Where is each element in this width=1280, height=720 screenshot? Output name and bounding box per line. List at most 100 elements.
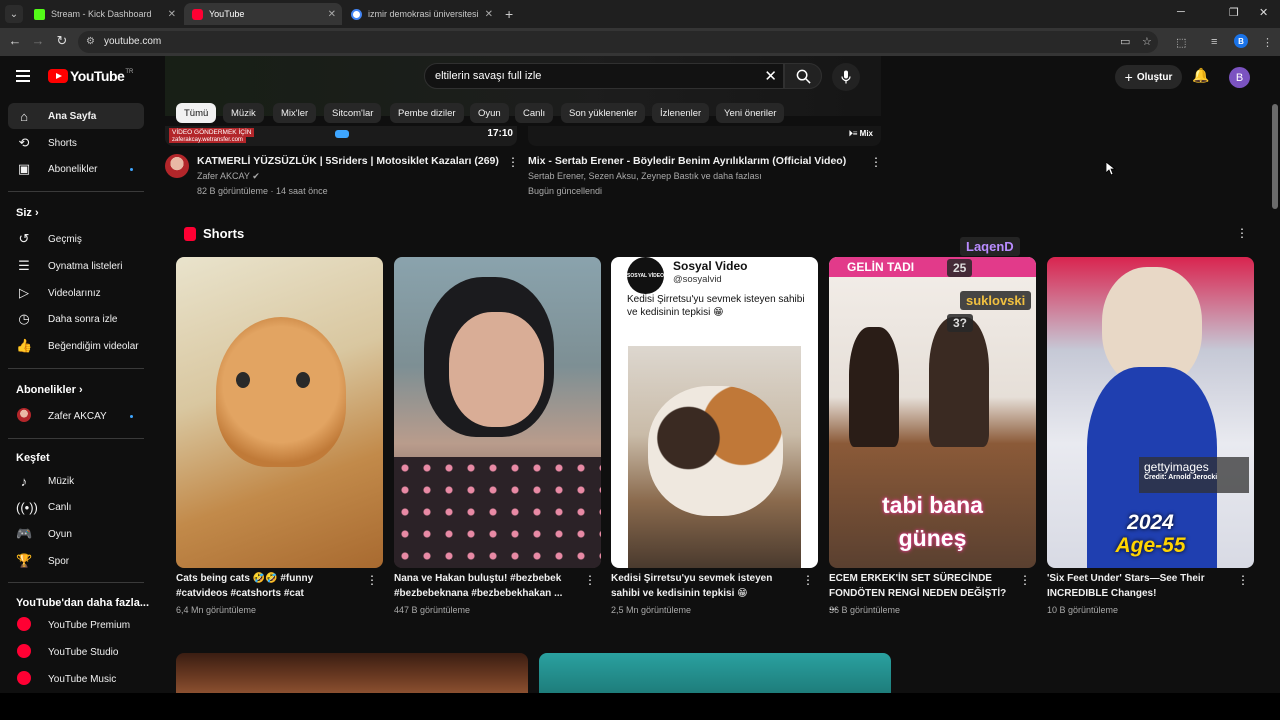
short-menu-icon[interactable]: ⋮ (1237, 574, 1249, 586)
short-menu-icon[interactable]: ⋮ (802, 574, 814, 586)
chip-all[interactable]: Tümü (176, 103, 217, 123)
sidebar-item-your-videos[interactable]: ▷ Videolarınız (8, 280, 144, 306)
sidebar-item-watch-later[interactable]: ◷ Daha sonra izle (8, 306, 144, 332)
youtube-premium-icon (16, 616, 32, 634)
browser-tab-kick[interactable]: Stream - Kick Dashboard ✕ (26, 3, 182, 25)
chip-soap-operas[interactable]: Pembe diziler (390, 103, 464, 123)
face-shape (449, 312, 544, 427)
clear-search-icon[interactable]: ✕ (764, 67, 777, 85)
youtube-logo[interactable]: YouTube TR (48, 68, 133, 84)
sidebar-item-gaming[interactable]: 🎮 Oyun (8, 521, 144, 547)
video-menu-icon[interactable]: ⋮ (507, 156, 519, 168)
search-input[interactable]: eltilerin savaşı full izle ✕ (424, 63, 784, 89)
chip-recently-uploaded[interactable]: Son yüklenenler (561, 103, 646, 123)
history-icon: ↺ (18, 231, 30, 246)
short-menu-icon[interactable]: ⋮ (584, 574, 596, 586)
address-bar[interactable]: ⚙ youtube.com ▭ ☆ (78, 31, 1158, 53)
short-menu-icon[interactable]: ⋮ (366, 574, 378, 586)
overlay-title: Sosyal Video (673, 259, 748, 273)
video-title[interactable]: KATMERLİ YÜZSÜZLÜK | 5Sriders | Motosikl… (197, 155, 499, 167)
cast-icon[interactable]: ▭ (1120, 35, 1130, 48)
close-tab-icon[interactable]: ✕ (485, 9, 493, 20)
reading-list-icon[interactable]: ≡ (1211, 36, 1217, 48)
tab-search-button[interactable]: ⌄ (5, 5, 23, 23)
reload-icon[interactable]: ↻ (53, 33, 71, 49)
chip-new-to-you[interactable]: Yeni öneriler (716, 103, 785, 123)
guide-sidebar: ⌂ Ana Sayfa ⟲ Shorts ▣ Abonelikler Siz ›… (0, 100, 155, 693)
notifications-bell-icon[interactable]: 🔔 (1192, 67, 1209, 84)
short-menu-icon[interactable]: ⋮ (1019, 574, 1031, 586)
bookmark-star-icon[interactable]: ☆ (1142, 35, 1152, 48)
sidebar-item-playlists[interactable]: ☰ Oynatma listeleri (8, 253, 144, 279)
restore-icon[interactable]: ❐ (1229, 6, 1239, 19)
chip-gaming[interactable]: Oyun (470, 103, 509, 123)
sidebar-item-label: YouTube Studio (48, 646, 119, 658)
browser-toolbar: ← → ↻ ⚙ youtube.com ▭ ☆ ⬚ ≡ B ⋮ (0, 28, 1280, 56)
browser-tab-youtube[interactable]: YouTube ✕ (184, 3, 342, 25)
chip-watched[interactable]: İzlenenler (652, 103, 710, 123)
sidebar-item-subscriptions[interactable]: ▣ Abonelikler (8, 156, 144, 182)
short-title[interactable]: Kedisi Şirretsu'yu sevmek isteyen sahibi… (611, 572, 796, 601)
site-info-icon[interactable]: ⚙ (86, 36, 95, 47)
video-channel[interactable]: Zafer AKCAY ✔ (197, 171, 260, 182)
sidebar-item-live[interactable]: ((•)) Canlı (8, 494, 144, 520)
sidebar-explore-heading: Keşfet (16, 452, 50, 464)
chip-live[interactable]: Canlı (515, 103, 554, 123)
sidebar-item-youtube-premium[interactable]: YouTube Premium (8, 612, 144, 638)
mix-badge-label: Mix (859, 129, 873, 138)
forward-icon[interactable]: → (29, 33, 47, 48)
sidebar-item-history[interactable]: ↺ Geçmiş (8, 226, 144, 252)
close-tab-icon[interactable]: ✕ (328, 9, 336, 20)
short-title[interactable]: Nana ve Hakan buluştu! #bezbebek #bezbeb… (394, 572, 579, 601)
search-button[interactable] (784, 63, 822, 89)
sidebar-item-music[interactable]: ♪ Müzik (8, 468, 144, 494)
channel-avatar[interactable] (165, 154, 189, 178)
sidebar-item-channel[interactable]: Zafer AKCAY (8, 403, 144, 429)
sidebar-item-youtube-music[interactable]: YouTube Music (8, 666, 144, 692)
browser-profile-avatar[interactable]: B (1234, 34, 1248, 48)
chip-mixes[interactable]: Mix'ler (273, 103, 317, 123)
sidebar-subscriptions-heading[interactable]: Abonelikler › (16, 384, 83, 396)
sidebar-item-home[interactable]: ⌂ Ana Sayfa (8, 103, 144, 129)
close-window-icon[interactable]: ✕ (1259, 6, 1268, 19)
chip-sitcoms[interactable]: Sitcom'lar (324, 103, 382, 123)
guide-menu-icon[interactable] (16, 70, 32, 82)
video-thumbnail[interactable]: VİDEO GÖNDERMEK İÇİN zaferakcay.wetransf… (165, 126, 517, 146)
video-thumbnail[interactable] (539, 653, 891, 693)
chip-music[interactable]: Müzik (223, 103, 264, 123)
sidebar-item-liked-videos[interactable]: 👍 Beğendiğim videolar (8, 333, 144, 359)
video-channel[interactable]: Sertab Erener, Sezen Aksu, Zeynep Bastık… (528, 171, 762, 181)
sidebar-item-label: Canlı (48, 501, 72, 513)
page-scrollbar[interactable] (1270, 56, 1280, 693)
short-thumbnail[interactable]: SOSYAL VİDEO Sosyal Video @sosyalvid Ked… (611, 257, 818, 568)
short-thumbnail[interactable] (394, 257, 601, 568)
video-menu-icon[interactable]: ⋮ (870, 156, 882, 168)
sidebar-you-heading[interactable]: Siz › (16, 207, 39, 219)
close-tab-icon[interactable]: ✕ (168, 9, 176, 20)
sidebar-item-label: Beğendiğim videolar (48, 340, 139, 352)
minimize-icon[interactable]: ─ (1177, 6, 1185, 18)
scrollbar-thumb[interactable] (1272, 104, 1278, 209)
short-title[interactable]: 'Six Feet Under' Stars—See Their INCREDI… (1047, 572, 1232, 601)
sidebar-item-shorts[interactable]: ⟲ Shorts (8, 130, 144, 156)
shorts-icon: ⟲ (18, 135, 30, 150)
music-icon: ♪ (20, 473, 28, 489)
browser-menu-icon[interactable]: ⋮ (1262, 36, 1273, 49)
browser-tab-google[interactable]: izmir demokrasi üniversitesi tıp ✕ (343, 3, 499, 25)
short-title[interactable]: Cats being cats 🤣🤣 #funny #catvideos #ca… (176, 572, 361, 601)
shorts-shelf-menu-icon[interactable]: ⋮ (1236, 227, 1248, 239)
video-thumbnail[interactable] (176, 653, 528, 693)
back-icon[interactable]: ← (6, 33, 24, 48)
extensions-icon[interactable]: ⬚ (1176, 36, 1186, 49)
short-thumbnail[interactable] (176, 257, 383, 568)
video-title[interactable]: Mix - Sertab Erener - Böyledir Benim Ayr… (528, 155, 846, 167)
voice-search-button[interactable] (832, 63, 860, 91)
account-avatar[interactable]: B (1229, 67, 1250, 88)
video-thumbnail[interactable]: ⏵≡ Mix (528, 126, 881, 146)
sidebar-item-sports[interactable]: 🏆 Spor (8, 548, 144, 574)
short-views: 2,5 Mn görüntüleme (611, 605, 692, 615)
sidebar-item-youtube-studio[interactable]: YouTube Studio (8, 639, 144, 665)
create-button[interactable]: + Oluştur (1115, 65, 1182, 89)
new-tab-icon[interactable]: + (505, 6, 513, 22)
short-thumbnail[interactable]: gettyimages Credit: Arnold Jerocki 2024 … (1047, 257, 1254, 568)
